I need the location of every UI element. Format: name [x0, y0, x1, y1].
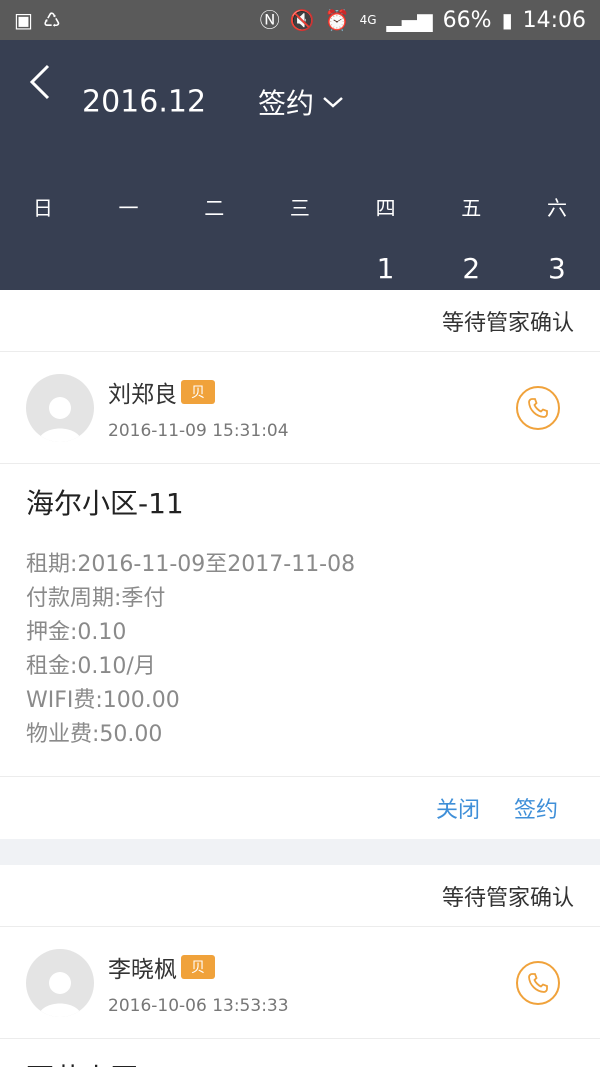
clock: 14:06 [522, 7, 586, 33]
contract-detail: 海尔小区-11 租期:2016-11-09至2017-11-08 付款周期:季付… [0, 464, 600, 777]
phone-icon [528, 972, 548, 993]
date-cell[interactable]: 3 [514, 252, 600, 285]
weekday-label: 六 [546, 196, 567, 220]
battery-icon: ▮ [501, 8, 513, 32]
tenant-name: 刘郑良 [108, 381, 177, 408]
weekday-label: 三 [289, 196, 310, 220]
avatar [26, 948, 94, 1017]
date-cell[interactable]: 1 [343, 252, 429, 285]
verified-badge-icon: 贝 [181, 379, 215, 404]
phone-icon [528, 397, 548, 418]
weekday-label: 日 [32, 196, 53, 220]
contract-card: 等待管家确认 刘郑良 贝 2016-11-09 15:31:04 海尔小区-11… [0, 290, 600, 839]
rent: 租金:0.10/月 [26, 654, 156, 679]
contract-card: 等待管家确认 李晓枫 贝 2016-10-06 13:53:33 百花小区16-… [0, 865, 600, 1067]
date-cell[interactable] [171, 252, 257, 285]
contract-actions: 关闭 签约 [0, 777, 600, 839]
weekday-row: 日 一 二 三 四 五 六 [0, 192, 600, 221]
tenant-row: 李晓枫 贝 2016-10-06 13:53:33 [0, 927, 600, 1039]
deposit: 押金:0.10 [26, 620, 127, 645]
payment-cycle: 付款周期:季付 [26, 586, 166, 611]
tenant-name: 李晓枫 [108, 956, 177, 983]
date-cell[interactable] [0, 252, 86, 285]
user-placeholder-icon [38, 396, 82, 442]
type-label: 签约 [258, 87, 315, 120]
image-notification-icon: ▣ [14, 8, 33, 32]
weekday-label: 一 [118, 196, 139, 220]
chevron-left-icon [29, 64, 50, 100]
battery-percent: 66% [442, 7, 492, 33]
weekday-label: 五 [461, 196, 482, 220]
calendar-header: 2016.12 签约 日 一 二 三 四 五 六 1 2 3 [0, 40, 600, 290]
contract-status: 等待管家确认 [0, 290, 600, 352]
status-bar: ▣ ♺ Ⓝ 🔇 ⏰ 4G ▂▄▆ 66% ▮ 14:06 [0, 0, 600, 40]
verified-badge-icon: 贝 [181, 954, 215, 979]
avatar [26, 373, 94, 442]
contract-status: 等待管家确认 [0, 865, 600, 927]
mute-icon: 🔇 [289, 8, 315, 32]
tenant-row: 刘郑良 贝 2016-11-09 15:31:04 [0, 352, 600, 464]
call-button[interactable] [516, 960, 560, 1005]
weekday-label: 四 [375, 196, 396, 220]
submit-time: 2016-11-09 15:31:04 [108, 420, 289, 441]
wifi-fee: WIFI费:100.00 [26, 688, 180, 713]
recycle-notification-icon: ♺ [42, 8, 61, 32]
month-title: 2016.12 [82, 84, 207, 120]
date-row: 1 2 3 [0, 252, 600, 285]
type-dropdown[interactable]: 签约 [258, 82, 344, 122]
house-name: 海尔小区-11 [26, 487, 184, 520]
alarm-icon: ⏰ [324, 8, 350, 32]
date-cell[interactable] [86, 252, 172, 285]
nfc-icon: Ⓝ [259, 8, 280, 32]
user-placeholder-icon [38, 971, 82, 1017]
property-fee: 物业费:50.00 [26, 722, 163, 747]
weekday-label: 二 [204, 196, 225, 220]
signal-icon: ▂▄▆ [386, 8, 433, 32]
submit-time: 2016-10-06 13:53:33 [108, 995, 289, 1016]
back-button[interactable] [20, 60, 60, 104]
house-name: 百花小区16-202 [0, 1039, 600, 1067]
lease-period: 租期:2016-11-09至2017-11-08 [26, 552, 356, 577]
card-separator [0, 839, 600, 865]
sign-button[interactable]: 签约 [514, 792, 558, 824]
date-cell[interactable]: 2 [428, 252, 514, 285]
chevron-down-icon [323, 97, 343, 108]
call-button[interactable] [516, 385, 560, 430]
close-button[interactable]: 关闭 [436, 792, 480, 824]
network-type: 4G [359, 13, 377, 27]
date-cell[interactable] [257, 252, 343, 285]
